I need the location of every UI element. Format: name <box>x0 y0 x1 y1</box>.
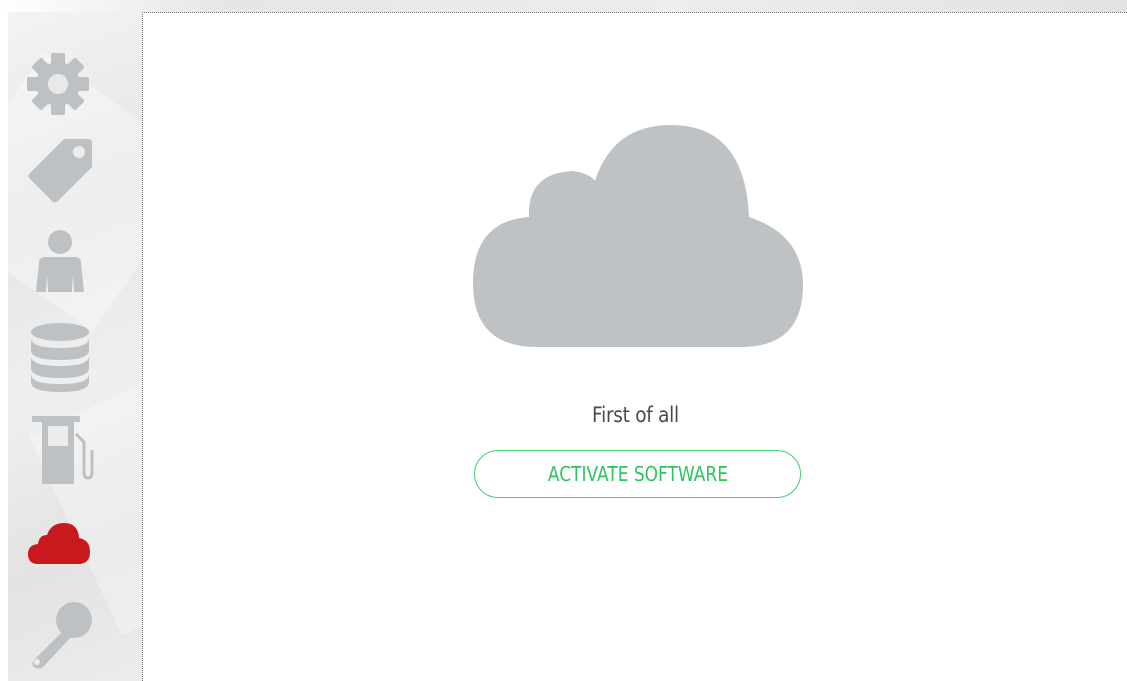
key-icon <box>32 602 92 669</box>
subtitle-text: First of all <box>592 403 679 427</box>
cloud-icon <box>473 125 803 347</box>
sidebar-item-tags[interactable] <box>20 134 96 210</box>
fuel-pump-icon <box>32 416 94 484</box>
database-icon <box>31 323 89 392</box>
gear-icon <box>27 53 89 115</box>
sidebar <box>8 12 142 681</box>
app-window: First of all ACTIVATE SOFTWARE <box>0 0 1127 681</box>
top-strip <box>0 0 1127 12</box>
activate-software-button[interactable]: ACTIVATE SOFTWARE <box>474 450 801 498</box>
sidebar-item-key[interactable] <box>20 596 96 672</box>
tag-icon <box>28 139 92 203</box>
sidebar-item-database[interactable] <box>20 320 96 396</box>
user-icon <box>36 230 84 292</box>
cloud-icon <box>28 523 90 564</box>
main-panel: First of all ACTIVATE SOFTWARE <box>142 12 1127 681</box>
sidebar-item-fuel[interactable] <box>20 412 96 488</box>
sidebar-item-users[interactable] <box>20 222 96 298</box>
activate-button-label: ACTIVATE SOFTWARE <box>547 461 728 486</box>
sidebar-item-settings[interactable] <box>20 46 96 122</box>
sidebar-item-cloud[interactable] <box>20 508 96 584</box>
